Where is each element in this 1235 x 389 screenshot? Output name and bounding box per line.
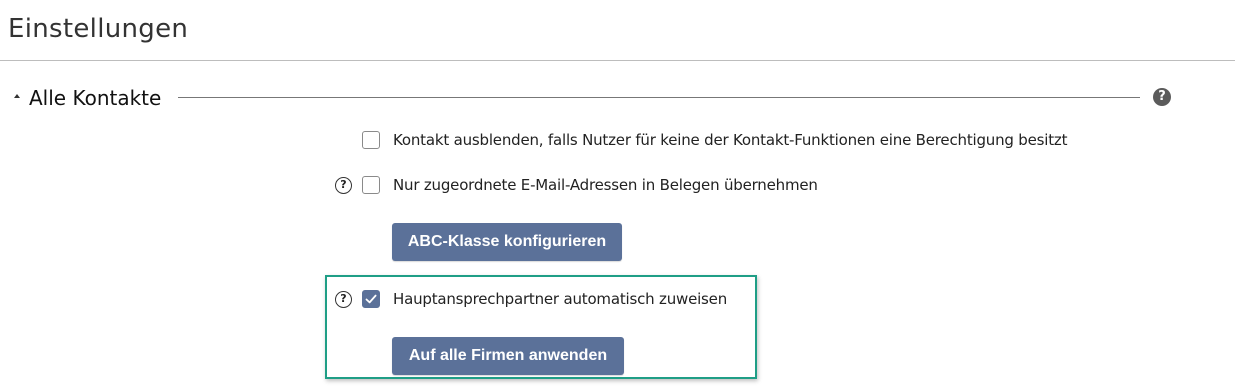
hide-contact-label: Kontakt ausblenden, falls Nutzer für kei… [393, 131, 1068, 149]
collapse-toggle-icon[interactable] [10, 89, 24, 103]
abc-class-configure-button[interactable]: ABC-Klasse konfigurieren [392, 223, 622, 261]
main-contact-help-icon[interactable]: ? [335, 291, 352, 308]
main-contact-checkbox[interactable] [362, 290, 380, 308]
hide-contact-checkbox[interactable] [362, 131, 380, 149]
option-main-contact: ? Hauptansprechpartner automatisch zuwei… [335, 290, 755, 310]
checkmark-icon [365, 294, 377, 304]
option-hide-contact: Kontakt ausblenden, falls Nutzer für kei… [362, 131, 1082, 151]
title-divider [0, 60, 1235, 61]
section-title: Alle Kontakte [29, 86, 162, 110]
main-contact-label: Hauptansprechpartner automatisch zuweise… [393, 290, 728, 308]
apply-to-all-companies-button[interactable]: Auf alle Firmen anwenden [392, 337, 624, 375]
section-help-icon[interactable]: ? [1153, 88, 1171, 106]
section-divider [178, 97, 1140, 98]
assigned-emails-label: Nur zugeordnete E-Mail-Adressen in Beleg… [393, 176, 818, 194]
page-title: Einstellungen [8, 14, 189, 44]
assigned-emails-help-icon[interactable]: ? [335, 177, 352, 194]
section-header: Alle Kontakte ? [10, 86, 1180, 110]
option-assigned-emails: ? Nur zugeordnete E-Mail-Adressen in Bel… [335, 176, 835, 196]
assigned-emails-checkbox[interactable] [362, 176, 380, 194]
